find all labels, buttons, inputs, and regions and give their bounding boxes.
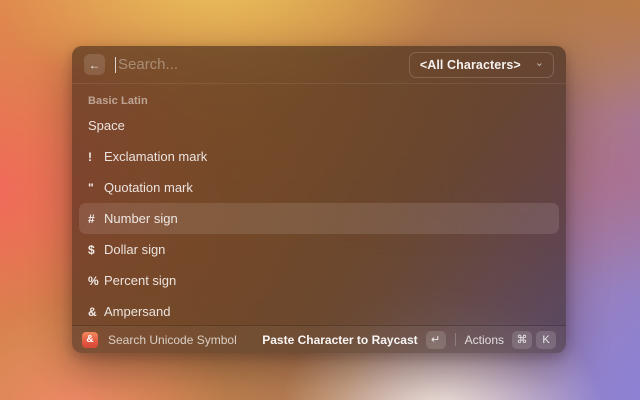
command-title: Search Unicode Symbol (108, 333, 237, 347)
extension-icon: & (82, 332, 98, 348)
list-item[interactable]: %Percent sign (79, 265, 559, 296)
character-name: Space (88, 118, 125, 133)
character-glyph: & (88, 305, 104, 319)
character-glyph: ! (88, 150, 104, 164)
return-key-icon: ↵ (431, 333, 440, 346)
character-set-dropdown[interactable]: <All Characters> ⌄ (409, 52, 554, 78)
character-name: Percent sign (104, 273, 176, 288)
search-input[interactable] (118, 56, 409, 73)
list-item[interactable]: Space (79, 110, 559, 141)
list-item[interactable]: !Exclamation mark (79, 141, 559, 172)
section-header: Basic Latin (72, 89, 566, 110)
raycast-window: ← <All Characters> ⌄ Basic Latin Space!E… (72, 46, 566, 353)
actions-button[interactable]: Actions (465, 333, 504, 347)
character-glyph: " (88, 181, 104, 195)
character-name: Exclamation mark (104, 149, 207, 164)
character-glyph: % (88, 274, 104, 288)
dropdown-value: <All Characters> (420, 58, 521, 72)
chevron-down-icon: ⌄ (535, 58, 544, 69)
extension-icon-glyph: & (86, 335, 93, 345)
cmd-key-badge: ⌘ (512, 331, 532, 349)
list-item[interactable]: &Ampersand (79, 296, 559, 327)
back-arrow-icon: ← (89, 59, 101, 71)
list-item[interactable]: "Quotation mark (79, 172, 559, 203)
character-glyph: # (88, 212, 104, 226)
character-name: Ampersand (104, 304, 170, 319)
character-name: Number sign (104, 211, 178, 226)
primary-action-label[interactable]: Paste Character to Raycast (262, 333, 417, 347)
character-name: Dollar sign (104, 242, 165, 257)
list-item[interactable]: #Number sign (79, 203, 559, 234)
footer-divider (455, 333, 456, 346)
back-button[interactable]: ← (84, 54, 105, 75)
symbol-list: Basic Latin Space!Exclamation mark"Quota… (72, 84, 566, 327)
character-glyph: $ (88, 243, 104, 257)
k-key-badge: K (536, 331, 556, 349)
action-bar: & Search Unicode Symbol Paste Character … (72, 325, 566, 353)
text-cursor (115, 57, 116, 73)
return-key-badge: ↵ (426, 331, 446, 349)
list-item[interactable]: $Dollar sign (79, 234, 559, 265)
search-bar: ← <All Characters> ⌄ (72, 46, 566, 84)
character-name: Quotation mark (104, 180, 193, 195)
